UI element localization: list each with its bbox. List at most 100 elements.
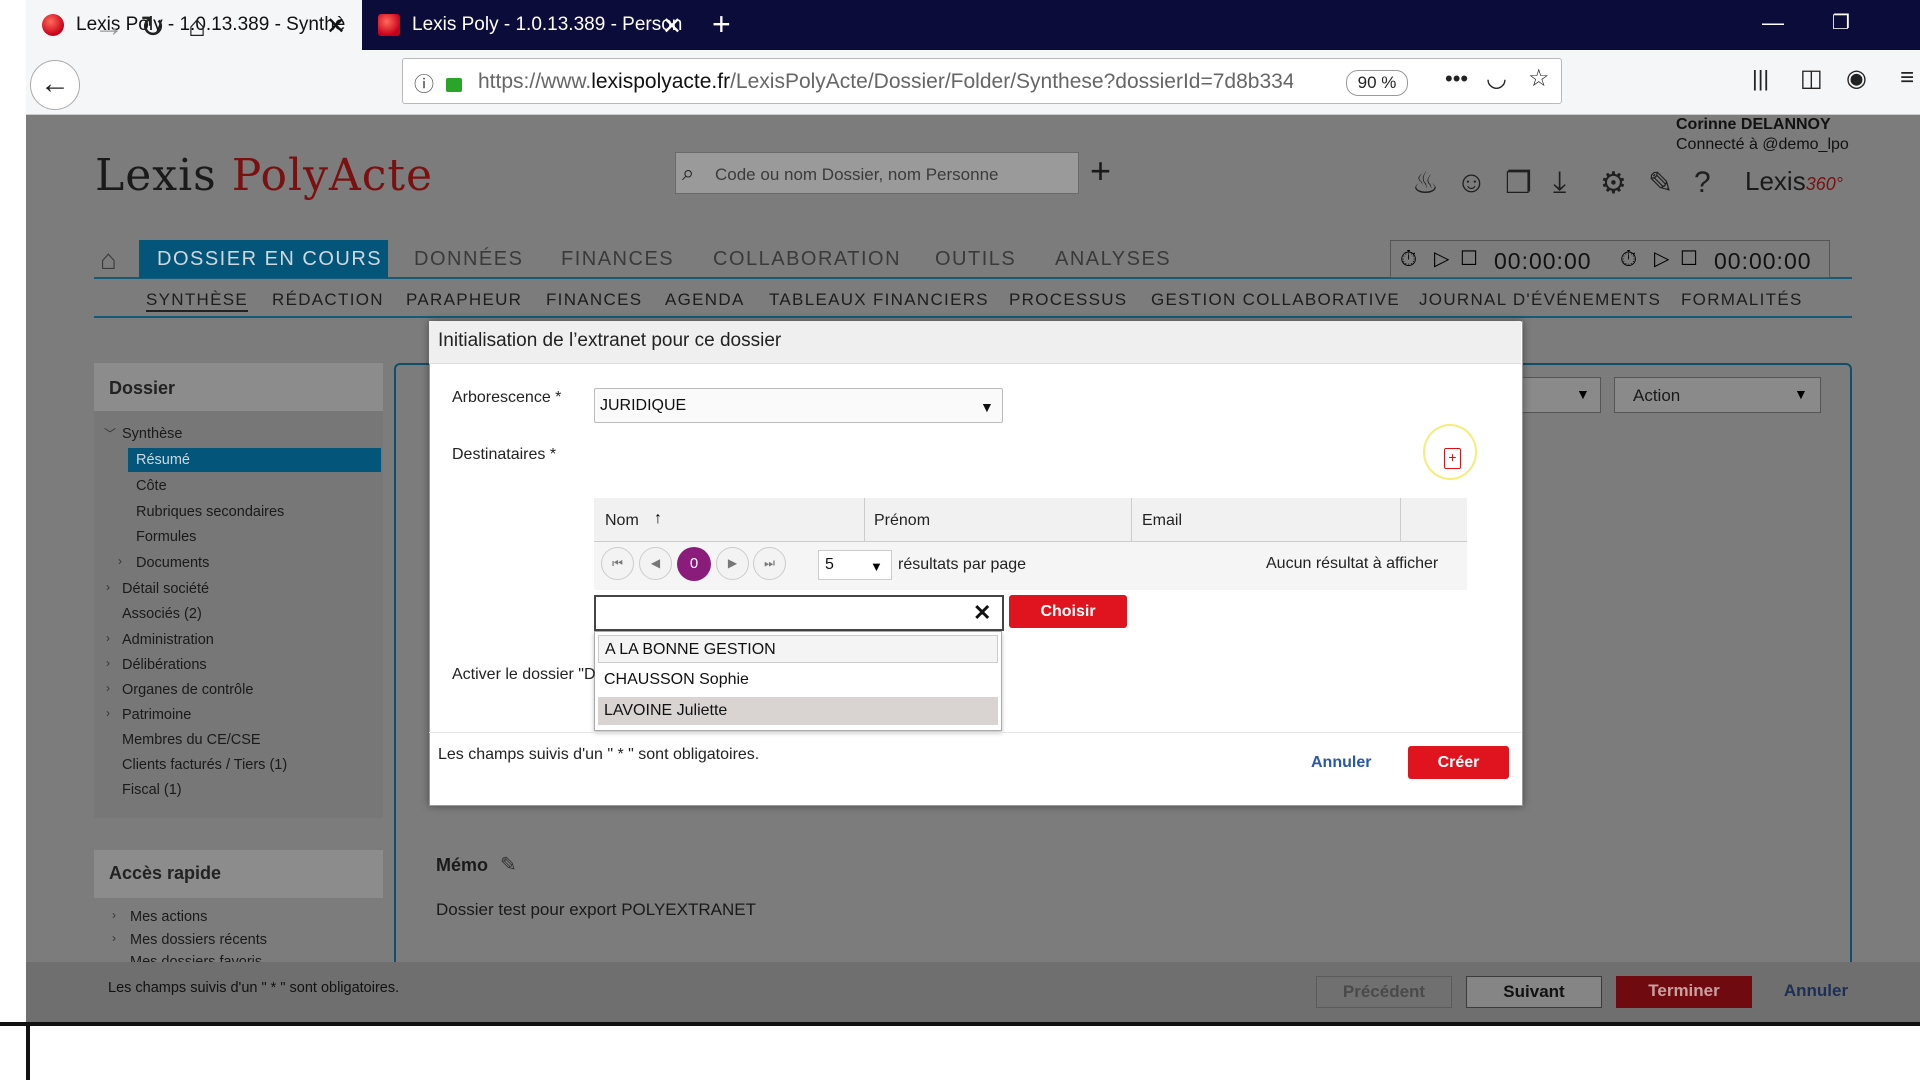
- back-icon[interactable]: ←: [30, 60, 80, 110]
- next-button[interactable]: Suivant: [1466, 976, 1602, 1008]
- sidebar-item-organes[interactable]: Organes de contrôle: [122, 682, 253, 698]
- tab-outils[interactable]: OUTILS: [935, 248, 1016, 271]
- stop-icon[interactable]: ☐: [1460, 246, 1478, 271]
- sidebar-item-membres[interactable]: Membres du CE/CSE: [122, 732, 261, 748]
- close-tab-icon[interactable]: ✕: [662, 12, 682, 41]
- documents-icon[interactable]: ❐: [1505, 166, 1532, 201]
- edit-icon[interactable]: ✎: [500, 852, 517, 877]
- subtab-parapheur[interactable]: PARAPHEUR: [406, 290, 522, 310]
- chevron-down-icon: ▼: [870, 559, 883, 574]
- sidebar-toggle-icon[interactable]: ◫: [1800, 64, 1823, 93]
- recipient-combobox[interactable]: [594, 595, 1004, 631]
- subtab-tableaux-financiers[interactable]: TABLEAUX FINANCIERS: [769, 290, 989, 310]
- sidebar-item-deliberations[interactable]: Délibérations: [122, 657, 207, 673]
- sidebar-item-associes[interactable]: Associés (2): [122, 606, 202, 622]
- sidebar-item-rubriques[interactable]: Rubriques secondaires: [136, 504, 284, 520]
- account-icon[interactable]: ◉: [1846, 64, 1867, 93]
- sidebar-item-cote[interactable]: Côte: [136, 478, 167, 494]
- first-page-icon[interactable]: ⏮: [601, 547, 634, 580]
- tab-collaboration[interactable]: COLLABORATION: [713, 248, 901, 271]
- lexis360-link[interactable]: Lexis360°: [1745, 166, 1843, 197]
- chevron-right-icon: ›: [106, 580, 110, 594]
- play-icon[interactable]: ▷: [1654, 246, 1669, 271]
- sidebar-item-administration[interactable]: Administration: [122, 632, 214, 648]
- sidebar-item-clients[interactable]: Clients facturés / Tiers (1): [122, 757, 287, 773]
- url-text[interactable]: https://www.lexispolyacte.fr/LexisPolyAc…: [478, 70, 1293, 94]
- play-icon[interactable]: ▷: [1434, 246, 1449, 271]
- more-actions-icon[interactable]: •••: [1445, 66, 1468, 92]
- modal-footer-divider: [429, 732, 1521, 733]
- cancel-link[interactable]: Annuler: [1766, 976, 1866, 1008]
- menu-icon[interactable]: ≡: [1900, 64, 1914, 92]
- modal-cancel-link[interactable]: Annuler: [1311, 754, 1371, 772]
- subtab-processus[interactable]: PROCESSUS: [1009, 290, 1127, 310]
- quick-item-favoris[interactable]: Mes dossiers favoris: [130, 954, 262, 962]
- close-tab-icon[interactable]: ✕: [326, 12, 346, 41]
- browser-tab[interactable]: Lexis Poly - 1.0.13.389 - Person ✕: [362, 0, 698, 50]
- finish-button[interactable]: Terminer: [1616, 976, 1752, 1008]
- reload-icon[interactable]: ↻: [140, 10, 165, 45]
- pocket-icon[interactable]: ◡: [1486, 64, 1507, 93]
- home-nav-icon[interactable]: ⌂: [100, 244, 117, 276]
- search-icon: ⌕: [682, 160, 695, 185]
- forward-icon[interactable]: →: [94, 10, 124, 44]
- last-page-icon[interactable]: ⏭: [753, 547, 786, 580]
- download-icon[interactable]: ⤓: [1553, 166, 1566, 200]
- clear-icon[interactable]: ✕: [973, 600, 991, 626]
- tab-analyses[interactable]: ANALYSES: [1055, 248, 1171, 271]
- subtab-journal-evenements[interactable]: JOURNAL D'ÉVÉNEMENTS: [1419, 290, 1661, 310]
- stop-icon[interactable]: ☐: [1680, 246, 1698, 271]
- sidebar-item-formules[interactable]: Formules: [136, 529, 196, 545]
- choose-button[interactable]: Choisir: [1009, 595, 1127, 628]
- chevron-right-icon: ›: [106, 631, 110, 645]
- subtab-redaction[interactable]: RÉDACTION: [272, 290, 384, 310]
- add-document-icon[interactable]: +: [1444, 448, 1461, 469]
- sidebar-item-patrimoine[interactable]: Patrimoine: [122, 707, 191, 723]
- minimize-icon[interactable]: —: [1762, 10, 1784, 36]
- help-icon[interactable]: ?: [1694, 166, 1711, 200]
- restore-icon[interactable]: ❐: [1832, 10, 1850, 35]
- subtab-agenda[interactable]: AGENDA: [665, 290, 745, 310]
- tab-dossier-en-cours[interactable]: DOSSIER EN COURS: [157, 248, 382, 271]
- create-button[interactable]: Créer: [1408, 746, 1509, 779]
- next-page-icon[interactable]: ▶: [716, 547, 749, 580]
- tab-finances[interactable]: FINANCES: [561, 248, 674, 271]
- new-tab-button[interactable]: +: [712, 6, 731, 43]
- tab-title: Lexis Poly - 1.0.13.389 - Person: [412, 14, 683, 35]
- gear-icon[interactable]: ⚙: [1600, 166, 1627, 201]
- arborescence-label: Arborescence *: [452, 389, 562, 406]
- sidebar-item-resume[interactable]: Résumé: [136, 452, 190, 468]
- quick-item-recents[interactable]: Mes dossiers récents: [130, 932, 267, 948]
- column-prenom[interactable]: Prénom: [874, 512, 930, 530]
- column-email[interactable]: Email: [1142, 512, 1182, 530]
- flame-icon[interactable]: ♨: [1412, 166, 1439, 201]
- wrench-icon[interactable]: ✎: [1648, 166, 1673, 201]
- zoom-level[interactable]: 90 %: [1346, 70, 1408, 96]
- tab-donnees[interactable]: DONNÉES: [414, 248, 523, 271]
- subtab-finances[interactable]: FINANCES: [546, 290, 642, 310]
- sidebar-item-synthese[interactable]: Synthèse: [122, 426, 182, 442]
- home-icon[interactable]: ⌂: [188, 10, 206, 44]
- dropdown-item-lavoine-juliette[interactable]: LAVOINE Juliette: [598, 697, 998, 725]
- per-page-value: 5: [825, 556, 834, 573]
- quick-item-actions[interactable]: Mes actions: [130, 909, 207, 925]
- subtab-synthese[interactable]: SYNTHÈSE: [146, 290, 249, 312]
- library-icon[interactable]: |||: [1752, 66, 1769, 92]
- user-name: Corinne DELANNOY: [1676, 116, 1831, 133]
- subtab-formalites[interactable]: FORMALITÉS: [1681, 290, 1803, 310]
- sidebar-item-documents[interactable]: Documents: [136, 555, 209, 571]
- sidebar-item-fiscal[interactable]: Fiscal (1): [122, 782, 182, 798]
- subtab-gestion-collaborative[interactable]: GESTION COLLABORATIVE: [1151, 290, 1400, 310]
- previous-button[interactable]: Précédent: [1316, 976, 1452, 1008]
- current-page[interactable]: 0: [677, 547, 711, 581]
- user-icon[interactable]: ☺: [1456, 166, 1487, 200]
- bookmark-star-icon[interactable]: ☆: [1528, 64, 1550, 93]
- sidebar-item-detail-societe[interactable]: Détail société: [122, 581, 209, 597]
- lexis-polyacte-logo[interactable]: Lexis PolyActe: [95, 150, 433, 201]
- dropdown-item-chausson-sophie[interactable]: CHAUSSON Sophie: [598, 666, 998, 694]
- prev-page-icon[interactable]: ◀: [639, 547, 672, 580]
- column-nom[interactable]: Nom: [605, 512, 639, 530]
- info-icon[interactable]: ⓘ: [414, 68, 434, 97]
- add-button[interactable]: +: [1090, 150, 1111, 192]
- dropdown-item-a-la-bonne-gestion[interactable]: A LA BONNE GESTION: [598, 635, 998, 663]
